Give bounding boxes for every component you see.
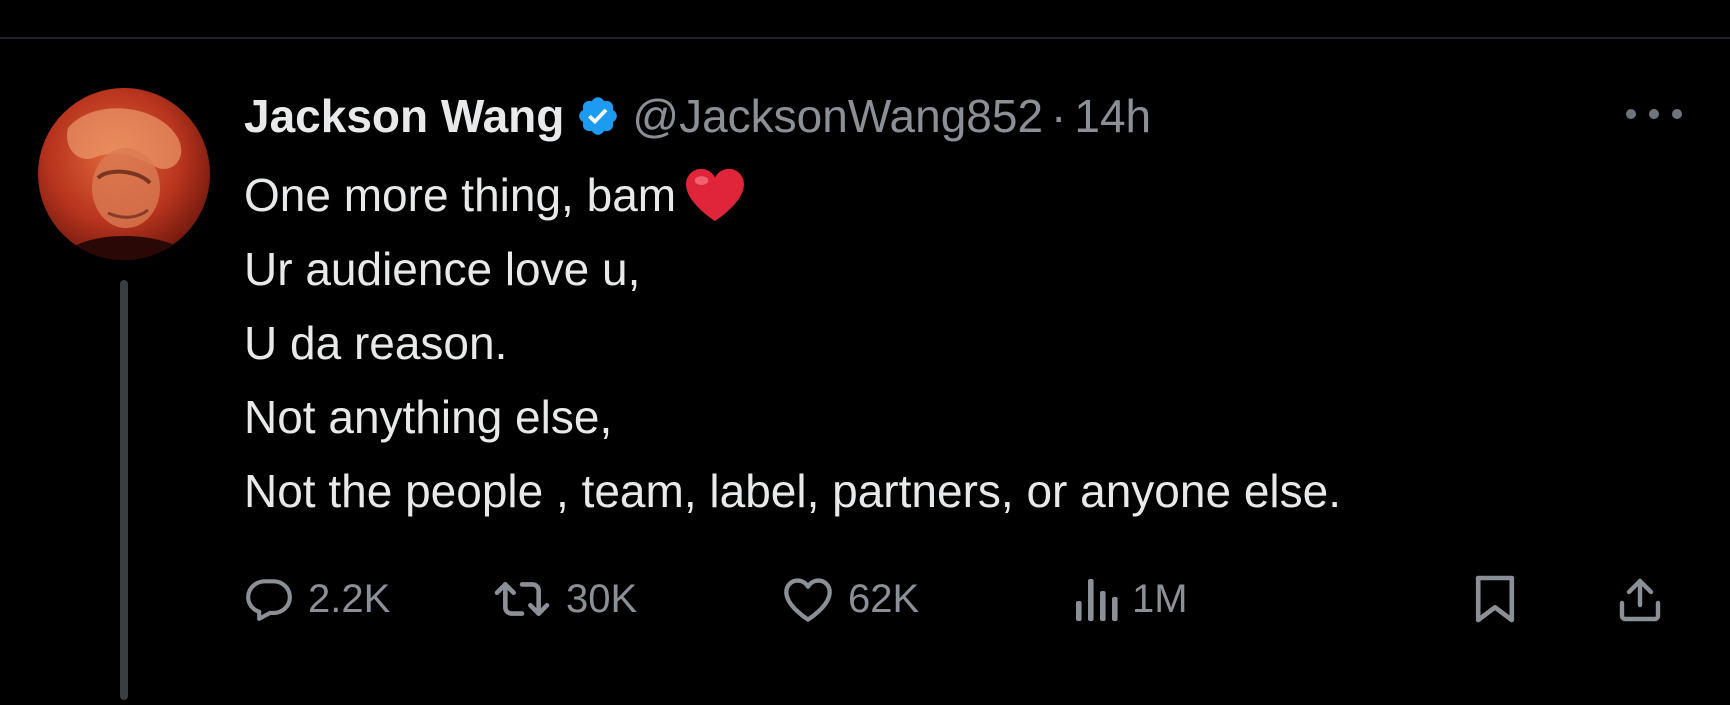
header-separator: · — [1051, 90, 1067, 142]
author-avatar[interactable] — [38, 88, 210, 260]
more-icon[interactable] — [1622, 96, 1686, 132]
views-icon — [1076, 579, 1118, 621]
tweet-header: Jackson Wang @JacksonWang852 · 14h — [244, 86, 1151, 146]
bookmark-button[interactable] — [1474, 565, 1516, 633]
tweet-line-text: Not anything else, — [244, 391, 613, 443]
tweet-line: One more thing, bam — [244, 158, 1684, 232]
reply-button[interactable]: 2.2K — [244, 565, 390, 633]
tweet-text: One more thing, bam Ur audience love u, … — [244, 158, 1684, 528]
tweet-line: Ur audience love u, — [244, 232, 1684, 306]
author-display-name[interactable]: Jackson Wang — [244, 89, 564, 143]
repost-count: 30K — [566, 576, 638, 621]
top-divider — [0, 37, 1730, 39]
bookmark-icon — [1475, 575, 1515, 623]
repost-icon — [494, 582, 550, 616]
tweet-line: Not the people , team, label, partners, … — [244, 454, 1684, 528]
tweet-line: Not anything else, — [244, 380, 1684, 454]
tweet-timestamp[interactable]: 14h — [1074, 89, 1151, 143]
more-dot — [1626, 109, 1636, 119]
like-icon — [784, 578, 832, 622]
like-button[interactable]: 62K — [782, 565, 919, 633]
author-handle[interactable]: @JacksonWang852 — [632, 89, 1043, 143]
reply-icon — [246, 579, 292, 621]
thread-connector-line — [120, 280, 128, 700]
like-count: 62K — [848, 576, 920, 621]
share-icon — [1619, 578, 1661, 622]
share-button[interactable] — [1616, 565, 1664, 633]
tweet-line-text: One more thing, bam — [244, 169, 677, 221]
tweet-line-text: Not the people , team, label, partners, … — [244, 465, 1341, 517]
tweet-line-text: U da reason. — [244, 317, 508, 369]
more-dot — [1672, 109, 1682, 119]
views-button[interactable]: 1M — [1074, 565, 1188, 633]
reply-count: 2.2K — [308, 576, 391, 621]
tweet-actions-bar: 2.2K 30K 62K 1M — [244, 565, 1684, 633]
avatar-image — [38, 88, 210, 260]
views-count: 1M — [1132, 576, 1188, 621]
repost-button[interactable]: 30K — [492, 565, 637, 633]
tweet-line: U da reason. — [244, 306, 1684, 380]
more-dot — [1649, 109, 1659, 119]
verified-badge-icon — [576, 94, 620, 138]
tweet-line-text: Ur audience love u, — [244, 243, 641, 295]
heart-emoji-icon — [684, 167, 746, 223]
